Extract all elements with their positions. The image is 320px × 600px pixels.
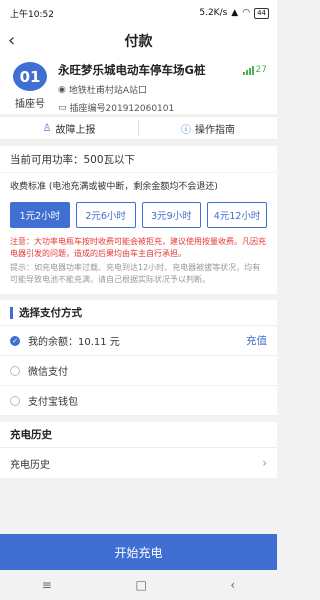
available-power: 当前可用功率：500瓦以下 — [0, 146, 277, 172]
check-icon[interactable]: ✓ — [10, 335, 20, 346]
socket-label: 插座号 — [15, 99, 45, 110]
start-charging-button[interactable]: 开始充电 — [0, 534, 277, 570]
signal-strength: 27 — [242, 62, 267, 78]
page-header: ‹ 付款 — [0, 26, 277, 56]
history-row[interactable]: 充电历史 › — [0, 448, 277, 478]
station-card: 01 插座号 永旺梦乐城电动车停车场G桩 27 ◉ 地铁杜甫村站A站口 ▭ 插座… — [0, 56, 277, 114]
station-info: 永旺梦乐城电动车停车场G桩 27 ◉ 地铁杜甫村站A站口 ▭ 插座编号20191… — [58, 62, 267, 114]
history-section-header: 充电历史 — [0, 422, 277, 448]
history-section-title: 充电历史 — [10, 429, 52, 441]
socket-code: 插座编号201912060101 — [69, 104, 175, 114]
back-icon[interactable]: ‹ — [230, 578, 235, 592]
status-bar: 上午10:52 5.2K/s ▲ ◠ 44 — [0, 0, 277, 26]
menu-icon[interactable]: ≡ — [42, 578, 52, 592]
station-location: 地铁杜甫村站A站口 — [68, 86, 148, 96]
location-pin-icon: ◉ — [58, 84, 66, 95]
socket-number: 01 — [13, 62, 47, 91]
fee-option-4[interactable]: 4元12小时 — [207, 202, 267, 228]
payment-section-title: 选择支付方式 — [19, 307, 82, 319]
report-fault-button[interactable]: ♙ 故障上报 — [0, 121, 138, 136]
station-name-row: 永旺梦乐城电动车停车场G桩 27 — [58, 62, 267, 78]
signal-bars-icon — [242, 65, 254, 75]
plug-icon: ▭ — [58, 102, 67, 113]
recharge-link[interactable]: 充值 — [246, 333, 267, 348]
page-title: 付款 — [124, 34, 153, 50]
signal-icon: ▲ — [231, 8, 239, 18]
payment-option-alipay[interactable]: 支付宝钱包 — [0, 386, 277, 416]
chevron-right-icon: › — [262, 456, 267, 470]
radio-icon[interactable] — [10, 395, 20, 406]
user-icon: ♙ — [42, 122, 52, 134]
payment-section-header: 选择支付方式 — [0, 300, 277, 326]
warning-notice: 注意：大功率电瓶车按时收费可能会被拒充，建议使用按量收费。凡因充电器引发的问题，… — [10, 237, 266, 258]
balance-label: 我的余额：10.11 元 — [28, 337, 120, 348]
alipay-label: 支付宝钱包 — [28, 397, 78, 408]
guide-label: 操作指南 — [195, 124, 235, 136]
battery-icon: 44 — [254, 7, 269, 19]
home-icon[interactable]: □ — [135, 578, 146, 592]
report-fault-label: 故障上报 — [55, 124, 96, 136]
section-accent-bar — [10, 306, 13, 319]
network-speed: 5.2K/s — [199, 8, 228, 18]
radio-icon[interactable] — [10, 365, 20, 376]
system-nav-bar: ≡ □ ‹ — [0, 570, 277, 600]
fee-option-2[interactable]: 2元6小时 — [75, 202, 136, 228]
fee-section: 收费标准 (电池充满或被中断，剩余金额均不会退还) 1元2小时 2元6小时 3元… — [0, 173, 277, 294]
fee-options: 1元2小时 2元6小时 3元9小时 4元12小时 — [10, 202, 267, 228]
socket-badge: 01 插座号 — [10, 62, 50, 110]
signal-value: 27 — [255, 65, 267, 75]
payment-option-wechat[interactable]: 微信支付 — [0, 356, 277, 386]
fee-option-3[interactable]: 3元9小时 — [141, 202, 202, 228]
history-row-label: 充电历史 — [10, 459, 50, 471]
tip-text: 提示：如充电器功率过载、充电到达12小时、充电器被拔等状况，均有可能导致电池不能… — [10, 263, 261, 284]
status-time: 上午10:52 — [10, 9, 54, 20]
payment-option-balance[interactable]: ✓ 我的余额：10.11 元 充值 — [0, 326, 277, 356]
guide-button[interactable]: ⓘ 操作指南 — [139, 121, 277, 136]
fee-option-1[interactable]: 1元2小时 — [10, 202, 70, 228]
wechat-label: 微信支付 — [28, 367, 68, 378]
status-right: 5.2K/s ▲ ◠ 44 — [199, 7, 269, 19]
station-name: 永旺梦乐城电动车停车场G桩 — [58, 63, 206, 77]
help-icon: ⓘ — [181, 124, 191, 136]
fee-title: 收费标准 (电池充满或被中断，剩余金额均不会退还) — [10, 182, 218, 192]
station-location-row: ◉ 地铁杜甫村站A站口 — [58, 83, 267, 97]
chevron-left-icon[interactable]: ‹ — [8, 30, 15, 51]
action-bar: ♙ 故障上报 ⓘ 操作指南 — [0, 116, 277, 140]
socket-code-row: ▭ 插座编号201912060101 — [58, 101, 267, 115]
wifi-icon: ◠ — [242, 8, 251, 18]
